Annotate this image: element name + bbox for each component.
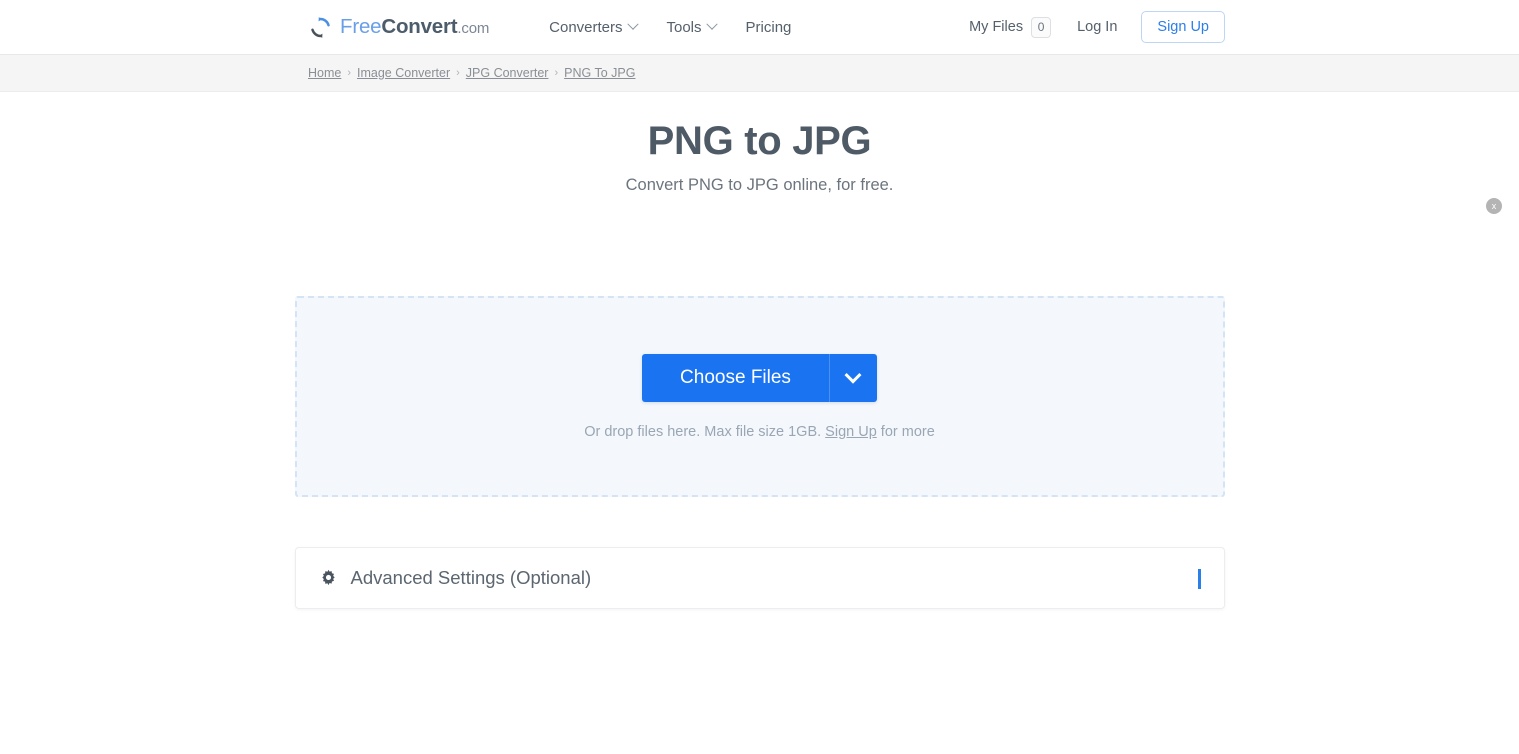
breadcrumb-separator: › bbox=[456, 67, 460, 79]
breadcrumb-item-png-to-jpg[interactable]: PNG To JPG bbox=[564, 66, 635, 80]
breadcrumb: Home › Image Converter › JPG Converter ›… bbox=[308, 66, 635, 80]
content-column: Choose Files Or drop files here. Max fil… bbox=[294, 296, 1225, 609]
convert-refresh-icon bbox=[308, 15, 333, 40]
file-dropzone[interactable]: Choose Files Or drop files here. Max fil… bbox=[294, 296, 1225, 497]
chevron-down-icon bbox=[844, 366, 862, 384]
advanced-settings-label: Advanced Settings (Optional) bbox=[350, 567, 592, 588]
page-subtitle: Convert PNG to JPG online, for free. bbox=[625, 176, 894, 194]
my-files-link[interactable]: My Files 0 bbox=[969, 16, 1052, 38]
logo-convert: Convert bbox=[381, 15, 458, 38]
breadcrumb-separator: › bbox=[347, 67, 352, 79]
page-title: PNG to JPG bbox=[647, 119, 872, 163]
choose-files-dropdown-button[interactable] bbox=[828, 353, 877, 402]
chevron-down-icon bbox=[626, 18, 639, 30]
login-link[interactable]: Log In bbox=[1077, 19, 1117, 35]
signup-button[interactable]: Sign Up bbox=[1141, 11, 1225, 43]
site-logo[interactable]: FreeConvert.com bbox=[308, 15, 489, 40]
chevron-down-icon bbox=[1197, 569, 1201, 589]
advanced-settings-toggle[interactable] bbox=[1197, 569, 1201, 589]
choose-files-button[interactable]: Choose Files bbox=[642, 353, 829, 402]
breadcrumb-separator: › bbox=[554, 67, 559, 79]
logo-text: FreeConvert.com bbox=[340, 15, 489, 39]
nav-item-converters[interactable]: Converters bbox=[549, 18, 639, 36]
logo-free: Free bbox=[340, 15, 382, 38]
my-files-label: My Files bbox=[969, 19, 1024, 35]
site-header: FreeConvert.com Converters Tools Pricing… bbox=[0, 0, 1519, 55]
nav-item-pricing[interactable]: Pricing bbox=[746, 19, 792, 36]
advanced-settings-panel[interactable]: Advanced Settings (Optional) bbox=[294, 547, 1225, 609]
breadcrumb-item-image-converter[interactable]: Image Converter bbox=[357, 66, 450, 80]
logo-com: .com bbox=[457, 20, 490, 37]
dropzone-hint-suffix: for more bbox=[876, 423, 935, 440]
primary-nav: Converters Tools Pricing bbox=[549, 19, 791, 36]
my-files-count-badge: 0 bbox=[1031, 16, 1052, 38]
choose-files-split-button: Choose Files bbox=[642, 353, 877, 402]
breadcrumb-item-jpg-converter[interactable]: JPG Converter bbox=[466, 66, 549, 80]
nav-label-tools: Tools bbox=[666, 18, 702, 36]
dropzone-hint: Or drop files here. Max file size 1GB. S… bbox=[584, 424, 935, 440]
gear-icon bbox=[319, 569, 338, 588]
header-actions: My Files 0 Log In Sign Up bbox=[969, 11, 1225, 43]
dropzone-signup-link[interactable]: Sign Up bbox=[825, 424, 877, 440]
close-icon[interactable]: x bbox=[1486, 198, 1502, 214]
main-content: x PNG to JPG Convert PNG to JPG online, … bbox=[0, 92, 1519, 754]
header-inner: FreeConvert.com Converters Tools Pricing… bbox=[0, 11, 1519, 43]
chevron-down-icon bbox=[705, 18, 718, 30]
nav-label-pricing: Pricing bbox=[745, 18, 792, 36]
nav-label-converters: Converters bbox=[549, 18, 623, 36]
breadcrumb-bar: Home › Image Converter › JPG Converter ›… bbox=[0, 55, 1519, 92]
nav-item-tools[interactable]: Tools bbox=[666, 18, 718, 36]
breadcrumb-item-home[interactable]: Home bbox=[308, 66, 341, 80]
dropzone-hint-prefix: Or drop files here. Max file size 1GB. bbox=[584, 423, 826, 440]
